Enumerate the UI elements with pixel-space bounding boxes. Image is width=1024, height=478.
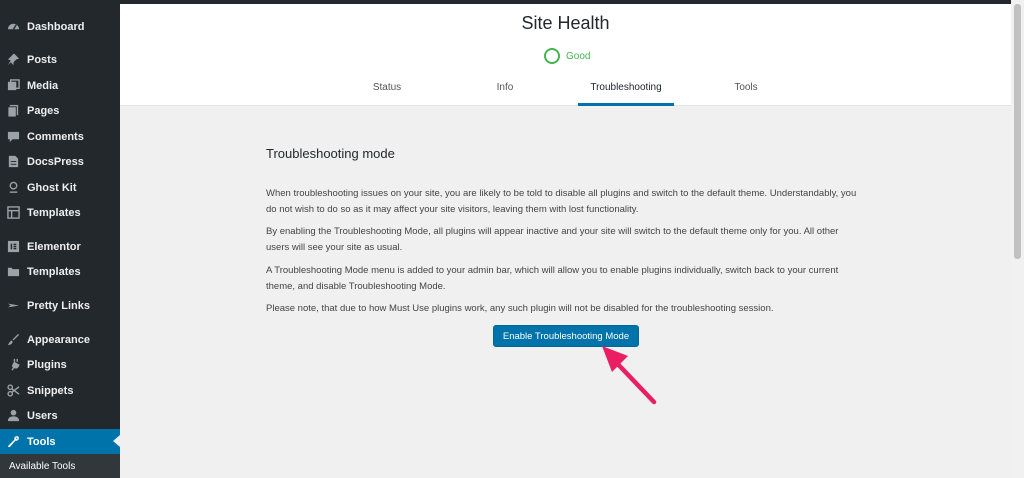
sidebar-item-templates[interactable]: Templates — [0, 200, 120, 225]
tab-info[interactable]: Info — [495, 82, 515, 106]
sidebar-item-dashboard[interactable]: Dashboard — [0, 14, 120, 39]
sidebar-item-media[interactable]: Media — [0, 73, 120, 98]
troubleshooting-panel: Troubleshooting mode When troubleshootin… — [120, 106, 1011, 478]
sidebar-item-snippets[interactable]: Snippets — [0, 378, 120, 403]
sidebar-item-label: Users — [27, 409, 58, 422]
sidebar-item-pretty-links[interactable]: Pretty Links — [0, 293, 120, 318]
sidebar-item-pages[interactable]: Pages — [0, 98, 120, 123]
sidebar-item-label: DocsPress — [27, 155, 84, 168]
paragraph: A Troubleshooting Mode menu is added to … — [266, 265, 839, 292]
health-status: Good — [544, 48, 590, 64]
sidebar-item-tools[interactable]: Tools — [0, 429, 120, 454]
status-label: Good — [566, 50, 591, 62]
section-title: Troubleshooting mode — [266, 146, 395, 161]
paragraph: Please note, that due to how Must Use pl… — [266, 303, 774, 314]
paragraph: When troubleshooting issues on your site… — [266, 188, 857, 215]
media-icon — [6, 79, 20, 93]
sidebar-item-elementor[interactable]: Elementor — [0, 234, 120, 259]
pointer-arrow-icon — [602, 346, 657, 405]
sidebar-item-label: Appearance — [27, 333, 90, 346]
star-icon — [6, 299, 20, 313]
sidebar-item-plugins[interactable]: Plugins — [0, 352, 120, 377]
paragraph: By enabling the Troubleshooting Mode, al… — [266, 226, 839, 253]
sidebar-item-label: Elementor — [27, 240, 81, 253]
sidebar-item-label: Comments — [27, 130, 84, 143]
sidebar-item-comments[interactable]: Comments — [0, 124, 120, 149]
sidebar-item-label: Media — [27, 79, 59, 92]
tab-tools[interactable]: Tools — [734, 82, 758, 106]
status-ring-icon — [544, 48, 560, 64]
dashboard-icon — [6, 20, 20, 34]
layout-icon — [6, 206, 20, 220]
sidebar-item-label: Ghost Kit — [27, 181, 77, 194]
page-scrollbar[interactable] — [1011, 0, 1024, 478]
document-icon — [6, 155, 20, 169]
sidebar-item-ghost-kit[interactable]: Ghost Kit — [0, 175, 120, 200]
pin-icon — [6, 53, 20, 67]
tab-status[interactable]: Status — [372, 82, 402, 106]
page-title: Site Health — [521, 13, 610, 33]
sidebar-item-docspress[interactable]: DocsPress — [0, 149, 120, 174]
sidebar-item-label: Posts — [27, 53, 57, 66]
sidebar-item-label: Pretty Links — [27, 299, 90, 312]
ghost-icon — [6, 181, 20, 195]
elementor-icon — [6, 240, 20, 254]
comment-icon — [6, 130, 20, 144]
tab-troubleshooting[interactable]: Troubleshooting — [578, 82, 674, 106]
sidebar-item-label: Templates — [27, 265, 81, 278]
sidebar-item-posts[interactable]: Posts — [0, 47, 120, 72]
wrench-icon — [6, 435, 20, 449]
sidebar-item-elementor-templates[interactable]: Templates — [0, 259, 120, 284]
sidebar-item-label: Pages — [27, 104, 60, 117]
sidebar-item-label: Snippets — [27, 384, 74, 397]
admin-sidebar: Dashboard Posts Media Pages Comments Doc… — [0, 0, 120, 478]
pages-icon — [6, 104, 20, 118]
user-icon — [6, 409, 20, 423]
sidebar-item-label: Tools — [27, 435, 56, 448]
sidebar-item-label: Plugins — [27, 358, 67, 371]
sidebar-item-label: Dashboard — [27, 20, 85, 33]
plug-icon — [6, 358, 20, 372]
scrollbar-thumb[interactable] — [1014, 4, 1021, 259]
folder-icon — [6, 265, 20, 279]
sidebar-item-users[interactable]: Users — [0, 403, 120, 428]
brush-icon — [6, 333, 20, 347]
site-health-header: Site Health Good Status Info Troubleshoo… — [120, 4, 1011, 106]
sidebar-item-label: Templates — [27, 206, 81, 219]
sidebar-item-appearance[interactable]: Appearance — [0, 327, 120, 352]
scissors-icon — [6, 384, 20, 398]
sidebar-submenu-available-tools[interactable]: Available Tools — [0, 454, 120, 478]
